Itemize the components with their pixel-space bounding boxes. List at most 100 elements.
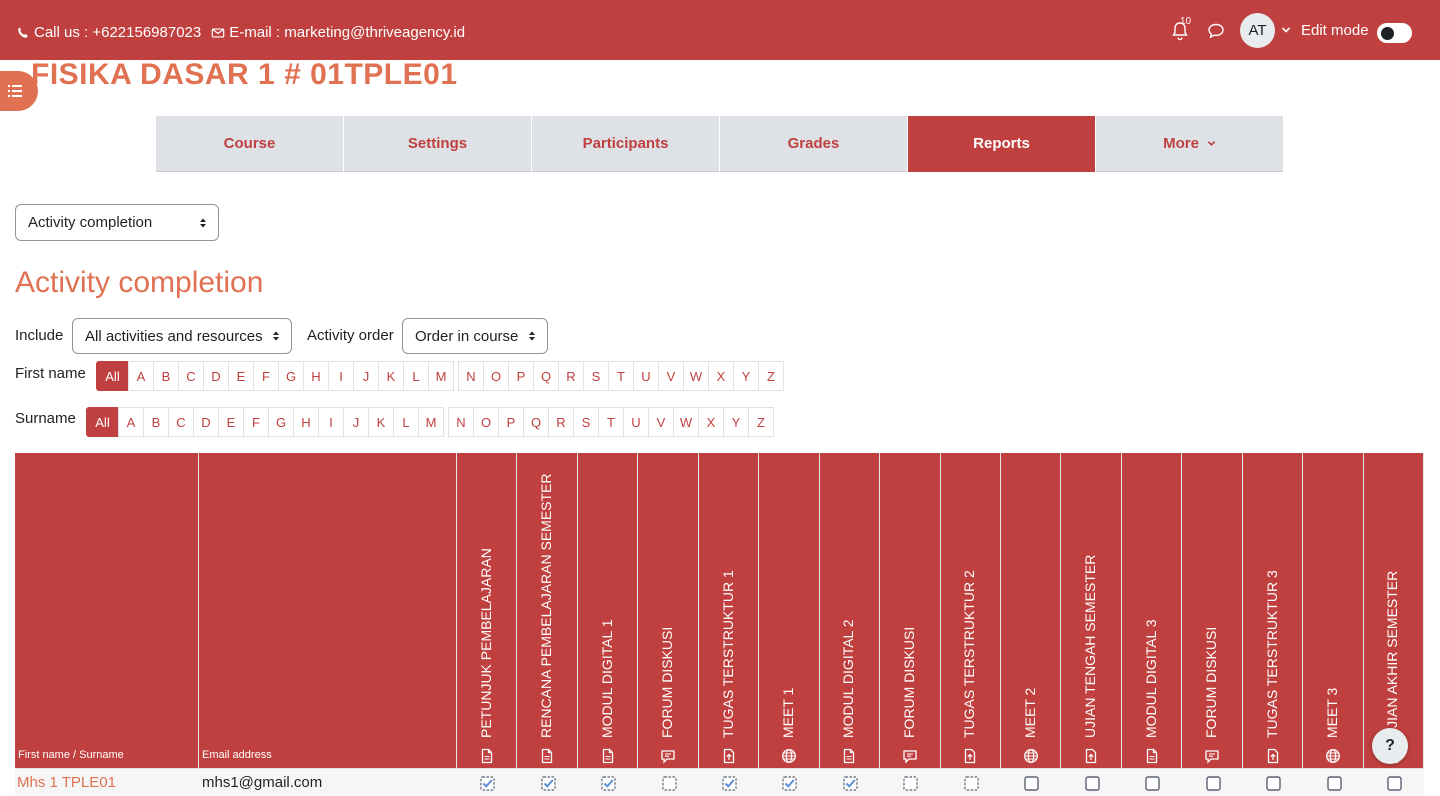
messages-icon[interactable] bbox=[1207, 22, 1225, 40]
table-row: Mhs 1 TPLE01 mhs1@gmail.com bbox=[15, 768, 1424, 796]
first-name-initial-letter-v[interactable]: V bbox=[658, 361, 684, 391]
activity-name-text: PETUNJUK PEMBELAJARAN bbox=[477, 548, 494, 738]
tab-more[interactable]: More bbox=[1096, 116, 1283, 172]
first-name-initial-letter-s[interactable]: S bbox=[583, 361, 609, 391]
surname-initial-letter-h[interactable]: H bbox=[293, 407, 319, 437]
first-name-initial-letter-e[interactable]: E bbox=[228, 361, 254, 391]
column-header-name[interactable]: First name / Surname bbox=[15, 453, 199, 768]
surname-initial-all[interactable]: All bbox=[86, 407, 119, 437]
edit-mode-label: Edit mode bbox=[1301, 22, 1369, 39]
surname-initial-letter-v[interactable]: V bbox=[648, 407, 674, 437]
surname-initial-letter-x[interactable]: X bbox=[698, 407, 724, 437]
surname-initial-letter-w[interactable]: W bbox=[673, 407, 699, 437]
course-index-toggle-button[interactable] bbox=[0, 71, 38, 111]
first-name-initial-letter-p[interactable]: P bbox=[508, 361, 534, 391]
activity-column-header[interactable]: FORUM DISKUSI bbox=[880, 453, 941, 768]
tab-more-label: More bbox=[1163, 135, 1199, 152]
surname-initial-letter-p[interactable]: P bbox=[498, 407, 524, 437]
first-name-initial-letter-u[interactable]: U bbox=[633, 361, 659, 391]
surname-initial-letter-f[interactable]: F bbox=[243, 407, 269, 437]
first-name-initial-letter-x[interactable]: X bbox=[708, 361, 734, 391]
first-name-initial-letter-i[interactable]: I bbox=[328, 361, 354, 391]
completion-table: First name / Surname Email address PETUN… bbox=[15, 453, 1424, 796]
surname-initial-letter-g[interactable]: G bbox=[268, 407, 294, 437]
user-avatar[interactable]: AT bbox=[1240, 13, 1275, 48]
surname-initial-letter-k[interactable]: K bbox=[368, 407, 394, 437]
first-name-initial-letter-j[interactable]: J bbox=[353, 361, 379, 391]
student-name-link[interactable]: Mhs 1 TPLE01 bbox=[17, 774, 116, 791]
first-name-initial-letter-a[interactable]: A bbox=[128, 361, 154, 391]
surname-initial-letter-y[interactable]: Y bbox=[723, 407, 749, 437]
activity-column-header[interactable]: MODUL DIGITAL 3 bbox=[1122, 453, 1183, 768]
activity-column-header[interactable]: PETUNJUK PEMBELAJARAN bbox=[457, 453, 518, 768]
chevron-down-icon bbox=[1207, 141, 1216, 146]
activity-column-header[interactable]: FORUM DISKUSI bbox=[638, 453, 699, 768]
email-text[interactable]: E-mail : marketing@thriveagency.id bbox=[229, 24, 465, 41]
first-name-initial-letter-w[interactable]: W bbox=[683, 361, 709, 391]
help-button[interactable]: ? bbox=[1372, 728, 1408, 764]
first-name-initial-letter-q[interactable]: Q bbox=[533, 361, 559, 391]
surname-initial-letter-c[interactable]: C bbox=[168, 407, 194, 437]
top-navbar: Call us : +622156987023 E-mail : marketi… bbox=[0, 0, 1440, 60]
first-name-initial-all[interactable]: All bbox=[96, 361, 129, 391]
tab-settings[interactable]: Settings bbox=[344, 116, 531, 172]
activity-column-header[interactable]: RENCANA PEMBELAJARAN SEMESTER bbox=[517, 453, 578, 768]
first-name-initial-letter-h[interactable]: H bbox=[303, 361, 329, 391]
chevron-down-icon[interactable] bbox=[1281, 25, 1291, 35]
first-name-initial-letter-m[interactable]: M bbox=[428, 361, 454, 391]
activity-column-header[interactable]: UJIAN TENGAH SEMESTER bbox=[1062, 453, 1122, 768]
activity-column-header[interactable]: MEET 3 bbox=[1303, 453, 1364, 768]
report-type-select[interactable]: Activity completion bbox=[15, 204, 219, 241]
activity-column-header[interactable]: TUGAS TERSTRUKTUR 2 bbox=[941, 453, 1002, 768]
surname-initial-letter-d[interactable]: D bbox=[193, 407, 219, 437]
surname-initial-letter-q[interactable]: Q bbox=[523, 407, 549, 437]
notification-count-badge: 10 bbox=[1180, 16, 1192, 27]
first-name-initial-letter-r[interactable]: R bbox=[558, 361, 584, 391]
activity-column-header[interactable]: UJIAN AKHIR SEMESTER bbox=[1364, 453, 1424, 768]
surname-initial-letter-t[interactable]: T bbox=[598, 407, 624, 437]
surname-initial-letter-i[interactable]: I bbox=[318, 407, 344, 437]
activity-column-header[interactable]: MEET 2 bbox=[1001, 453, 1062, 768]
first-name-initial-letter-z[interactable]: Z bbox=[758, 361, 784, 391]
first-name-initial-letter-k[interactable]: K bbox=[378, 361, 404, 391]
surname-initial-letter-a[interactable]: A bbox=[118, 407, 144, 437]
surname-initial-letter-l[interactable]: L bbox=[393, 407, 419, 437]
activity-order-select[interactable]: Order in course bbox=[402, 318, 548, 354]
first-name-initial-letter-c[interactable]: C bbox=[178, 361, 204, 391]
tab-participants[interactable]: Participants bbox=[532, 116, 719, 172]
first-name-initial-letter-l[interactable]: L bbox=[403, 361, 429, 391]
include-select[interactable]: All activities and resources bbox=[72, 318, 292, 354]
select-arrows-icon bbox=[200, 218, 206, 227]
first-name-initial-letter-b[interactable]: B bbox=[153, 361, 179, 391]
surname-initial-letter-u[interactable]: U bbox=[623, 407, 649, 437]
tab-course[interactable]: Course bbox=[156, 116, 343, 172]
surname-initial-letter-z[interactable]: Z bbox=[748, 407, 774, 437]
tab-grades[interactable]: Grades bbox=[720, 116, 907, 172]
first-name-initial-letter-f[interactable]: F bbox=[253, 361, 279, 391]
surname-initial-letter-j[interactable]: J bbox=[343, 407, 369, 437]
activity-order-label: Activity order bbox=[307, 327, 394, 344]
contact-info: Call us : +622156987023 E-mail : marketi… bbox=[16, 24, 465, 41]
activity-column-header[interactable]: MODUL DIGITAL 2 bbox=[820, 453, 881, 768]
activity-column-header[interactable]: MODUL DIGITAL 1 bbox=[578, 453, 639, 768]
activity-column-header[interactable]: TUGAS TERSTRUKTUR 1 bbox=[699, 453, 760, 768]
activity-column-header[interactable]: TUGAS TERSTRUKTUR 3 bbox=[1243, 453, 1304, 768]
surname-initial-letter-r[interactable]: R bbox=[548, 407, 574, 437]
first-name-initial-letter-o[interactable]: O bbox=[483, 361, 509, 391]
surname-initial-letter-n[interactable]: N bbox=[448, 407, 474, 437]
column-header-email[interactable]: Email address bbox=[199, 453, 457, 768]
first-name-initial-letter-g[interactable]: G bbox=[278, 361, 304, 391]
surname-initial-letter-s[interactable]: S bbox=[573, 407, 599, 437]
surname-initial-letter-b[interactable]: B bbox=[143, 407, 169, 437]
activity-column-header[interactable]: FORUM DISKUSI bbox=[1182, 453, 1243, 768]
tab-reports[interactable]: Reports bbox=[908, 116, 1095, 172]
edit-mode-toggle[interactable] bbox=[1377, 23, 1412, 43]
activity-column-header[interactable]: MEET 1 bbox=[759, 453, 820, 768]
surname-initial-letter-m[interactable]: M bbox=[418, 407, 444, 437]
first-name-initial-letter-n[interactable]: N bbox=[458, 361, 484, 391]
first-name-initial-letter-t[interactable]: T bbox=[608, 361, 634, 391]
surname-initial-letter-e[interactable]: E bbox=[218, 407, 244, 437]
surname-initial-letter-o[interactable]: O bbox=[473, 407, 499, 437]
first-name-initial-letter-d[interactable]: D bbox=[203, 361, 229, 391]
first-name-initial-letter-y[interactable]: Y bbox=[733, 361, 759, 391]
